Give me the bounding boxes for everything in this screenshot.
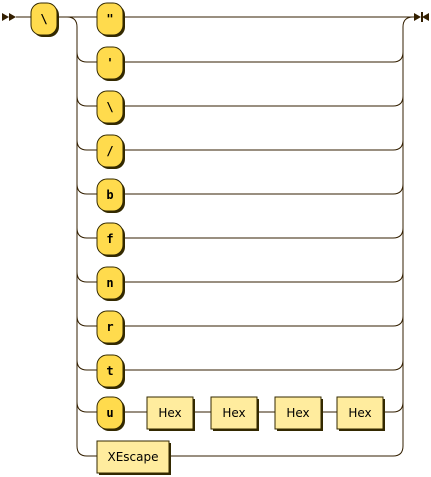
terminal-backslash: \ bbox=[96, 90, 383, 125]
nonterminal-label: Hex bbox=[348, 406, 371, 420]
start-marker-icon bbox=[2, 13, 16, 21]
terminal-f: f bbox=[96, 222, 383, 257]
nonterminal-xescape[interactable]: XEscape bbox=[96, 440, 393, 475]
nonterminal-hex-4[interactable]: Hex bbox=[336, 396, 385, 431]
railroad-diagram: \ " ' \ / b f n r t u Hex Hex Hex Hex XE… bbox=[2, 2, 429, 475]
terminal-label: f bbox=[106, 232, 113, 246]
unicode-escape-sequence: u Hex Hex Hex Hex bbox=[96, 396, 385, 431]
terminal-r: r bbox=[96, 310, 383, 345]
terminal-label: u bbox=[106, 406, 113, 420]
terminal-label: b bbox=[106, 188, 113, 202]
terminal-label: \ bbox=[106, 100, 113, 114]
terminal-t: t bbox=[96, 354, 383, 389]
terminal-u: u bbox=[96, 396, 125, 431]
choice-right-bus bbox=[392, 16, 414, 457]
terminal-slash: / bbox=[96, 134, 383, 169]
terminal-label: / bbox=[106, 144, 113, 158]
terminal-label: ' bbox=[106, 56, 113, 70]
terminal-single-quote: ' bbox=[96, 46, 383, 81]
terminal-label: r bbox=[106, 320, 113, 334]
terminal-label: n bbox=[106, 276, 113, 290]
nonterminal-hex-1[interactable]: Hex bbox=[146, 396, 195, 431]
nonterminal-label: Hex bbox=[222, 406, 245, 420]
choice-right-branches bbox=[383, 51, 404, 413]
terminal-backslash-lead: \ bbox=[30, 2, 59, 37]
choice-left-branches bbox=[76, 51, 97, 457]
terminal-label: t bbox=[106, 364, 113, 378]
end-marker-icon bbox=[414, 12, 429, 22]
choice-left-bus bbox=[66, 16, 88, 457]
terminal-label: \ bbox=[40, 12, 47, 26]
terminal-b: b bbox=[96, 178, 383, 213]
nonterminal-hex-3[interactable]: Hex bbox=[274, 396, 323, 431]
terminal-n: n bbox=[96, 266, 383, 301]
nonterminal-label: Hex bbox=[158, 406, 181, 420]
nonterminal-label: XEscape bbox=[107, 450, 158, 464]
nonterminal-label: Hex bbox=[286, 406, 309, 420]
nonterminal-hex-2[interactable]: Hex bbox=[210, 396, 259, 431]
terminal-label: " bbox=[106, 12, 113, 26]
terminal-double-quote: " bbox=[96, 2, 403, 37]
